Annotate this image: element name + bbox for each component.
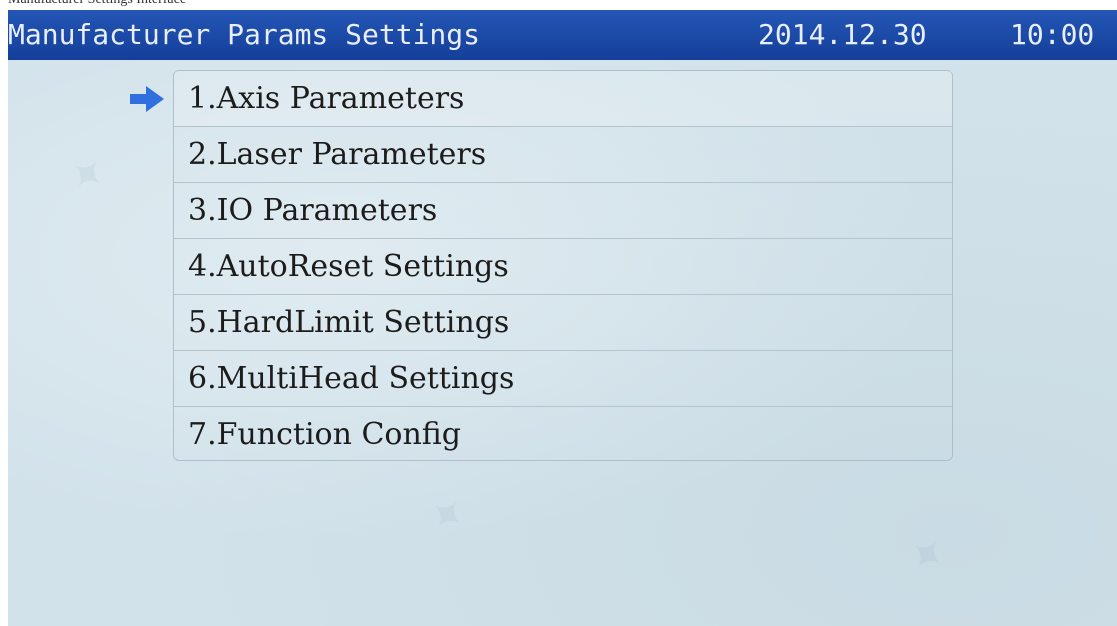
menu-item-hardlimit-settings[interactable]: 5.HardLimit Settings [174,295,952,351]
settings-menu: 1.Axis Parameters 2.Laser Parameters 3.I… [173,70,953,461]
lcd-screen: ✦ ✦ ✦ Manufacturer Params Settings 2014.… [8,10,1117,626]
status-time: 10:00 [1010,18,1095,51]
page-title: Manufacturer Params Settings [8,18,481,51]
page: Manufacturer Settings Interface ✦ ✦ ✦ Ma… [0,0,1117,626]
watermark: ✦ [896,524,957,587]
menu-item-laser-parameters[interactable]: 2.Laser Parameters [174,127,952,183]
menu-item-multihead-settings[interactable]: 6.MultiHead Settings [174,351,952,407]
watermark: ✦ [56,144,117,207]
menu-item-autoreset-settings[interactable]: 4.AutoReset Settings [174,239,952,295]
menu-item-function-config[interactable]: 7.Function Config [174,407,952,463]
menu-item-io-parameters[interactable]: 3.IO Parameters [174,183,952,239]
image-caption: Manufacturer Settings Interface [0,0,1117,10]
image-caption-text: Manufacturer Settings Interface [8,0,186,8]
watermark: ✦ [416,484,477,547]
right-arrow-icon [130,86,164,112]
title-bar: Manufacturer Params Settings 2014.12.30 … [8,10,1117,60]
menu-item-axis-parameters[interactable]: 1.Axis Parameters [174,71,952,127]
status-date: 2014.12.30 [758,18,927,51]
